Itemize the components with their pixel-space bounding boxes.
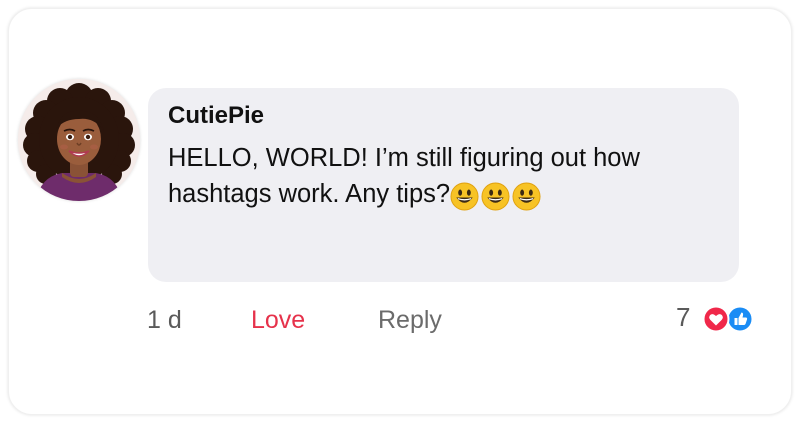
like-reaction-icon: [726, 305, 754, 333]
comment-body: HELLO, WORLD! I’m still figuring out how…: [168, 140, 708, 218]
grinning-face-emoji: [481, 182, 510, 211]
love-button[interactable]: Love: [251, 304, 305, 336]
avatar-illustration: [18, 79, 140, 201]
heart-reaction-icon: [702, 305, 730, 333]
comment-author[interactable]: CutiePie: [168, 102, 264, 130]
reaction-icons: [702, 305, 754, 333]
grinning-face-emoji: [450, 182, 479, 211]
comment-timestamp[interactable]: 1 d: [147, 304, 182, 336]
avatar[interactable]: [18, 79, 140, 201]
reaction-count[interactable]: 7: [676, 301, 690, 333]
comment-text: HELLO, WORLD! I’m still figuring out how…: [168, 144, 640, 208]
reaction-summary[interactable]: [700, 305, 756, 333]
emoji-group: [450, 182, 543, 218]
grinning-face-emoji: [512, 182, 541, 211]
reply-button[interactable]: Reply: [378, 304, 442, 336]
